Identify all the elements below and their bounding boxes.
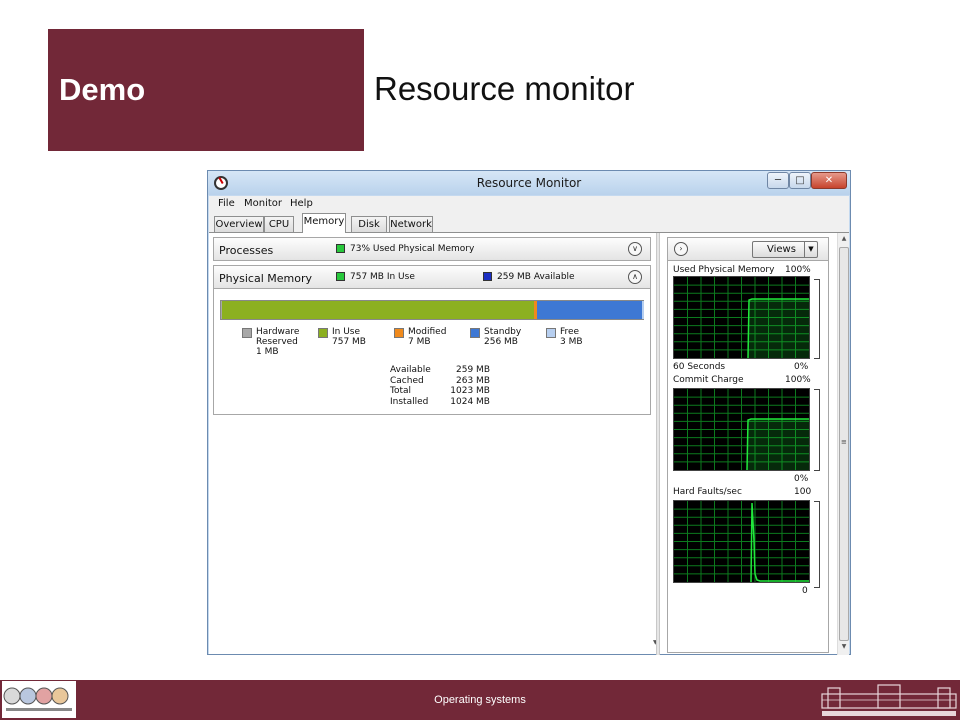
scroll-up-arrow-icon[interactable]: ▲ xyxy=(838,233,850,245)
legend-value: 7 MB xyxy=(408,337,431,347)
legend-name: In Use xyxy=(332,327,361,337)
graph-1-max: 100% xyxy=(785,265,811,275)
stat-row: Cached 263 MB xyxy=(390,376,500,387)
scroll-down-arrow-icon[interactable]: ▼ xyxy=(838,641,850,653)
footer-course-name: Operating systems xyxy=(434,694,526,706)
slide-title: Resource monitor xyxy=(374,70,635,107)
legend-swatch xyxy=(394,328,404,338)
maximize-button[interactable]: □ xyxy=(789,172,811,189)
menu-monitor[interactable]: Monitor xyxy=(244,198,282,209)
graph-1-min: 0% xyxy=(794,362,809,372)
collapse-physical-memory-chevron-icon[interactable]: ∧ xyxy=(628,270,642,284)
legend-value: 256 MB xyxy=(484,337,518,347)
legend-name-line2: Reserved xyxy=(256,337,298,347)
legend-swatch xyxy=(242,328,252,338)
processes-info: 73% Used Physical Memory xyxy=(350,244,475,254)
available-swatch-icon xyxy=(483,272,492,281)
commit-charge-trace-area xyxy=(747,419,809,470)
graph-3-scale xyxy=(814,501,820,588)
resource-monitor-window: Resource Monitor ─ □ ✕ File Monitor Help… xyxy=(207,170,851,655)
physical-memory-header[interactable]: Physical Memory 757 MB In Use 259 MB Ava… xyxy=(213,265,651,289)
stat-row: Available 259 MB xyxy=(390,365,500,376)
used-physical-memory-graph xyxy=(673,276,810,359)
tab-disk[interactable]: Disk xyxy=(351,216,387,232)
expand-processes-chevron-icon[interactable]: ∨ xyxy=(628,242,642,256)
tab-network[interactable]: Network xyxy=(389,216,433,232)
stat-value: 1023 MB xyxy=(450,386,490,396)
legend-name: Hardware xyxy=(256,327,300,337)
commit-charge-graph xyxy=(673,388,810,471)
right-pane: › Views ▼ Used Physical Memory 100% 60 S… xyxy=(667,237,835,653)
legend-name: Modified xyxy=(408,327,447,337)
grip-icon: ≡ xyxy=(841,438,847,446)
legend-swatch xyxy=(546,328,556,338)
vertical-scrollbar[interactable]: ▲ ≡ ▼ xyxy=(837,233,849,655)
tab-overview[interactable]: Overview xyxy=(214,216,264,232)
section-heading: Demo xyxy=(59,72,146,107)
menu-file[interactable]: File xyxy=(218,198,235,209)
menu-bar: File Monitor Help xyxy=(209,196,849,212)
stat-row: Total 1023 MB xyxy=(390,386,500,397)
window-title: Resource Monitor xyxy=(476,176,582,190)
graphs-toolbar: › Views ▼ xyxy=(667,237,829,261)
graph-3-min: 0 xyxy=(802,586,808,596)
left-pane: Processes 73% Used Physical Memory ∨ Phy… xyxy=(213,237,658,653)
bar-segment-free xyxy=(642,301,644,319)
tab-strip: Overview CPU Memory Disk Network xyxy=(209,212,849,233)
available-info: 259 MB Available xyxy=(497,272,575,282)
bar-segment-standby xyxy=(536,301,643,319)
tab-content: Processes 73% Used Physical Memory ∨ Phy… xyxy=(209,232,849,655)
views-dropdown-arrow-icon[interactable]: ▼ xyxy=(804,242,817,257)
legend-name: Free xyxy=(560,327,580,337)
tab-cpu[interactable]: CPU xyxy=(264,216,294,232)
in-use-info: 757 MB In Use xyxy=(350,272,415,282)
menu-help[interactable]: Help xyxy=(290,198,313,209)
legend-name: Standby xyxy=(484,327,522,337)
graph-2-max: 100% xyxy=(785,375,811,385)
slide: Demo Resource monitor Resource Monitor ─… xyxy=(0,0,960,720)
in-use-swatch-icon xyxy=(336,272,345,281)
minimize-button[interactable]: ─ xyxy=(767,172,789,189)
graph-2-label: Commit Charge xyxy=(673,375,744,385)
physical-memory-body: Hardware Reserved 1 MB In Use 757 MB Modifi… xyxy=(213,289,651,415)
hard-faults-trace xyxy=(750,502,809,582)
graph-1-time-span: 60 Seconds xyxy=(673,362,726,372)
legend-value: 3 MB xyxy=(560,337,583,347)
legend-swatch xyxy=(318,328,328,338)
graph-2-scale xyxy=(814,389,820,471)
university-building-logo xyxy=(820,682,958,718)
memory-usage-bar xyxy=(220,300,644,320)
processes-header[interactable]: Processes 73% Used Physical Memory ∨ xyxy=(213,237,651,261)
processes-label: Processes xyxy=(219,244,274,257)
graph-3-label: Hard Faults/sec xyxy=(673,487,742,497)
hard-faults-graph xyxy=(673,500,810,583)
stat-row: Installed 1024 MB xyxy=(390,397,500,408)
section-heading-box: Demo xyxy=(48,29,364,151)
graph-2-min: 0% xyxy=(794,474,809,484)
stat-value: 1024 MB xyxy=(450,396,490,407)
graph-3-max: 100 xyxy=(794,487,812,497)
tab-memory[interactable]: Memory xyxy=(302,213,346,233)
legend-value: 1 MB xyxy=(256,347,279,357)
slide-footer: Operating systems xyxy=(0,680,960,720)
physical-memory-label: Physical Memory xyxy=(219,272,312,285)
used-memory-trace-area xyxy=(748,299,809,358)
collapse-graphs-chevron-icon[interactable]: › xyxy=(674,242,688,256)
bar-segment-in-use xyxy=(222,301,534,319)
used-memory-swatch-icon xyxy=(336,244,345,253)
stat-value: 263 MB xyxy=(456,375,490,386)
pane-splitter[interactable] xyxy=(656,233,660,655)
graphs-body: Used Physical Memory 100% 60 Seconds 0% … xyxy=(667,261,829,653)
title-bar[interactable]: Resource Monitor ─ □ ✕ xyxy=(208,171,850,195)
legend-value: 757 MB xyxy=(332,337,366,347)
stat-value: 259 MB xyxy=(456,365,490,375)
views-button[interactable]: Views ▼ xyxy=(752,241,818,258)
close-button[interactable]: ✕ xyxy=(811,172,847,189)
scrollbar-thumb[interactable]: ≡ xyxy=(839,247,849,641)
views-label: Views xyxy=(767,244,796,255)
graph-1-label: Used Physical Memory xyxy=(673,265,775,275)
legend-swatch xyxy=(470,328,480,338)
graph-1-scale xyxy=(814,279,820,359)
